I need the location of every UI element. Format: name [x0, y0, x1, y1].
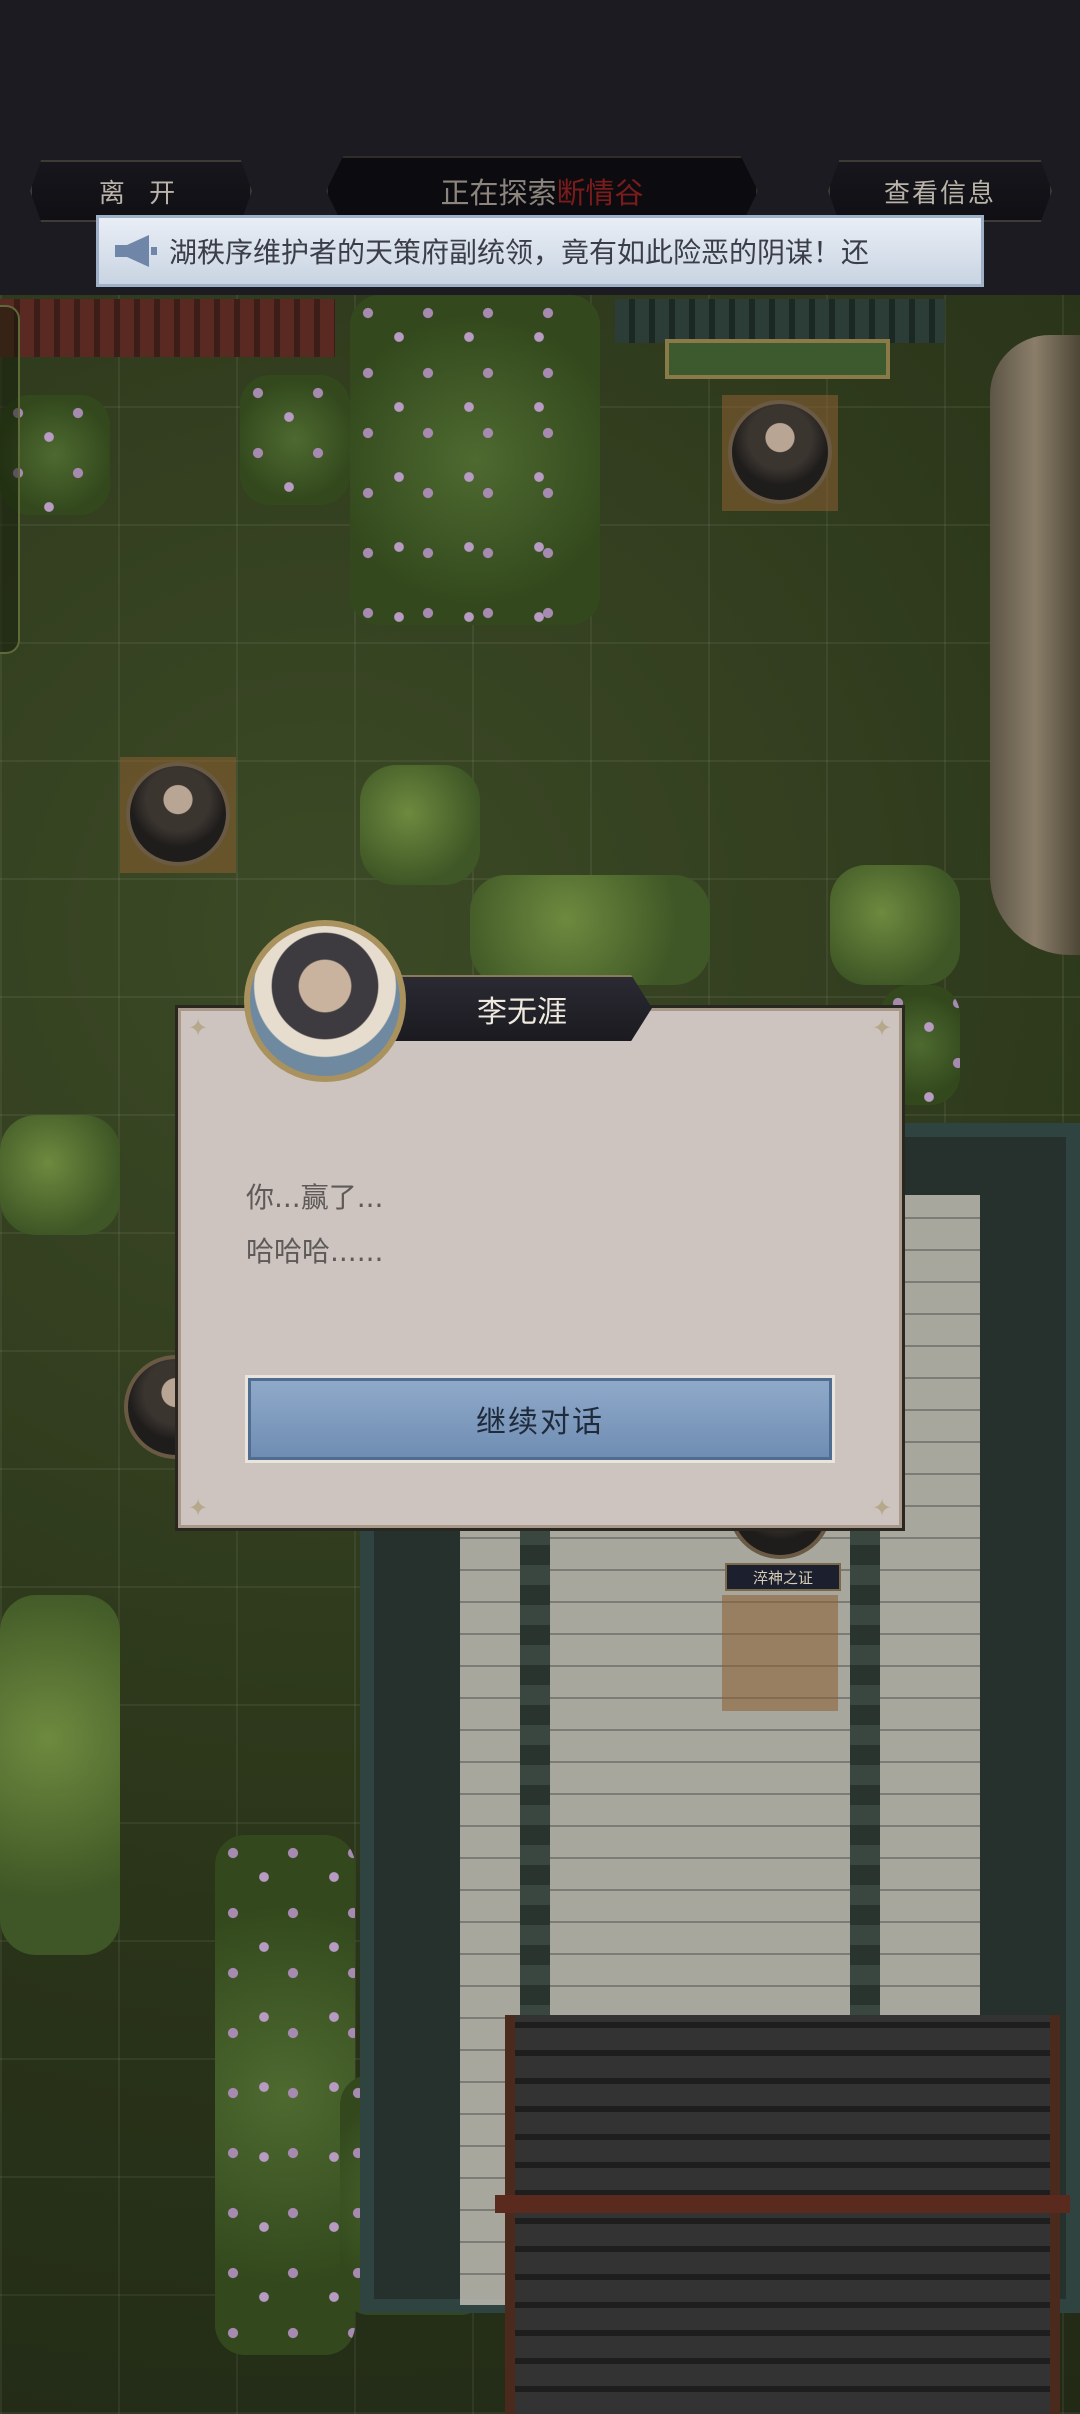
bush [470, 875, 710, 985]
garden-gate [665, 339, 890, 379]
corner-ornament: ✦ [871, 1494, 893, 1522]
megaphone-icon [115, 235, 157, 267]
dark-roof [505, 2015, 1060, 2414]
npc-token[interactable] [126, 762, 230, 866]
exploring-prefix: 正在探索 [440, 176, 557, 210]
green-roof [615, 299, 945, 343]
corner-ornament: ✦ [187, 1494, 209, 1522]
bush [0, 1595, 120, 1955]
leave-button[interactable]: 离 开 [30, 160, 252, 222]
move-tile[interactable] [722, 1595, 838, 1711]
dialog-line: 哈哈哈...... [246, 1235, 384, 1268]
flower-bush [240, 375, 350, 505]
speaker-nameplate: 李无涯 [392, 975, 652, 1041]
location-name: 断情谷 [556, 176, 644, 210]
corner-ornament: ✦ [187, 1014, 209, 1042]
continue-dialog-button[interactable]: 继续对话 [245, 1375, 835, 1463]
npc-token[interactable] [728, 400, 832, 504]
unit-label: 淬神之证 [725, 1563, 841, 1591]
bush [0, 1115, 120, 1235]
announcement-bar: 湖秩序维护者的天策府副统领，竟有如此险恶的阴谋！还 [96, 215, 984, 287]
bush [360, 765, 480, 885]
cliff-rock [990, 335, 1080, 955]
red-roof [0, 299, 335, 357]
flower-bush [350, 295, 600, 625]
roof-beam [495, 2195, 1070, 2213]
corner-ornament: ✦ [871, 1014, 893, 1042]
dialog-line: 你...赢了... [246, 1181, 384, 1214]
bush [830, 865, 960, 985]
announcement-text: 湖秩序维护者的天策府副统领，竟有如此险恶的阴谋！还 [169, 236, 870, 269]
view-info-button[interactable]: 查看信息 [828, 160, 1052, 222]
flower-bush [215, 1835, 355, 2355]
speaker-portrait [244, 920, 406, 1082]
side-drawer-handle[interactable] [0, 305, 20, 654]
